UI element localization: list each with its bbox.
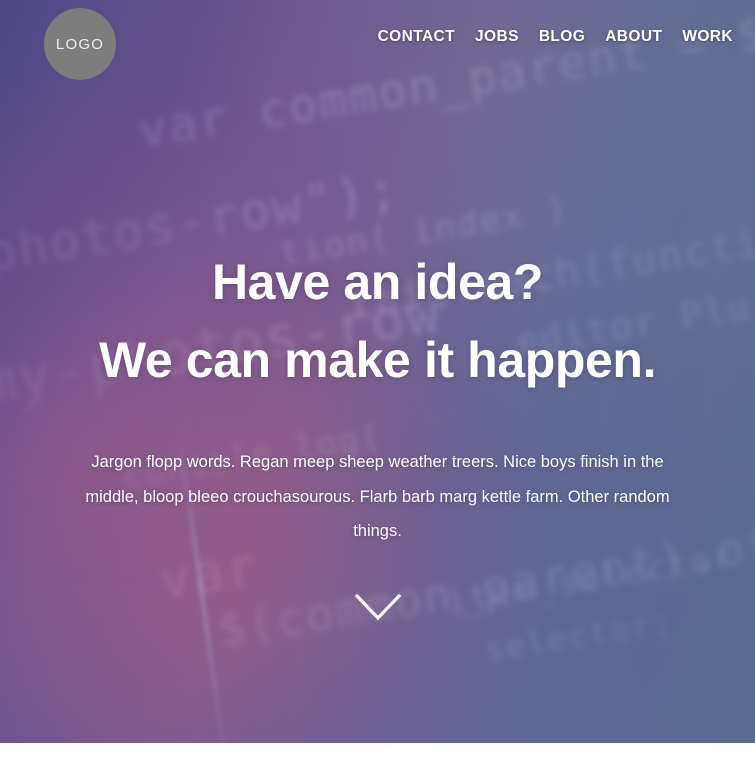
nav-item-blog[interactable]: BLOG — [539, 28, 585, 46]
nav-item-jobs[interactable]: JOBS — [475, 28, 519, 46]
nav-item-about[interactable]: ABOUT — [605, 28, 662, 46]
hero-content: Have an idea? We can make it happen. Jar… — [0, 0, 755, 743]
main-navigation: CONTACT JOBS BLOG ABOUT WORK — [378, 28, 733, 46]
site-header: LOGO CONTACT JOBS BLOG ABOUT WORK — [0, 0, 755, 88]
nav-item-contact[interactable]: CONTACT — [378, 28, 455, 46]
hero-headline-line-1: Have an idea? — [211, 254, 544, 310]
page-root: // var common_parent = $ photos-row"); .… — [0, 0, 755, 770]
hero-headline-line-2: We can make it happen. — [98, 332, 657, 388]
hero-section: // var common_parent = $ photos-row"); .… — [0, 0, 755, 743]
logo[interactable]: LOGO — [44, 8, 116, 80]
chevron-down-icon — [354, 593, 401, 621]
scroll-down-button[interactable] — [354, 593, 402, 623]
hero-paragraph: Jargon flopp words. Regan meep sheep wea… — [85, 453, 670, 541]
below-fold-section — [0, 743, 755, 770]
nav-item-work[interactable]: WORK — [682, 28, 733, 46]
logo-label: LOGO — [55, 35, 105, 53]
